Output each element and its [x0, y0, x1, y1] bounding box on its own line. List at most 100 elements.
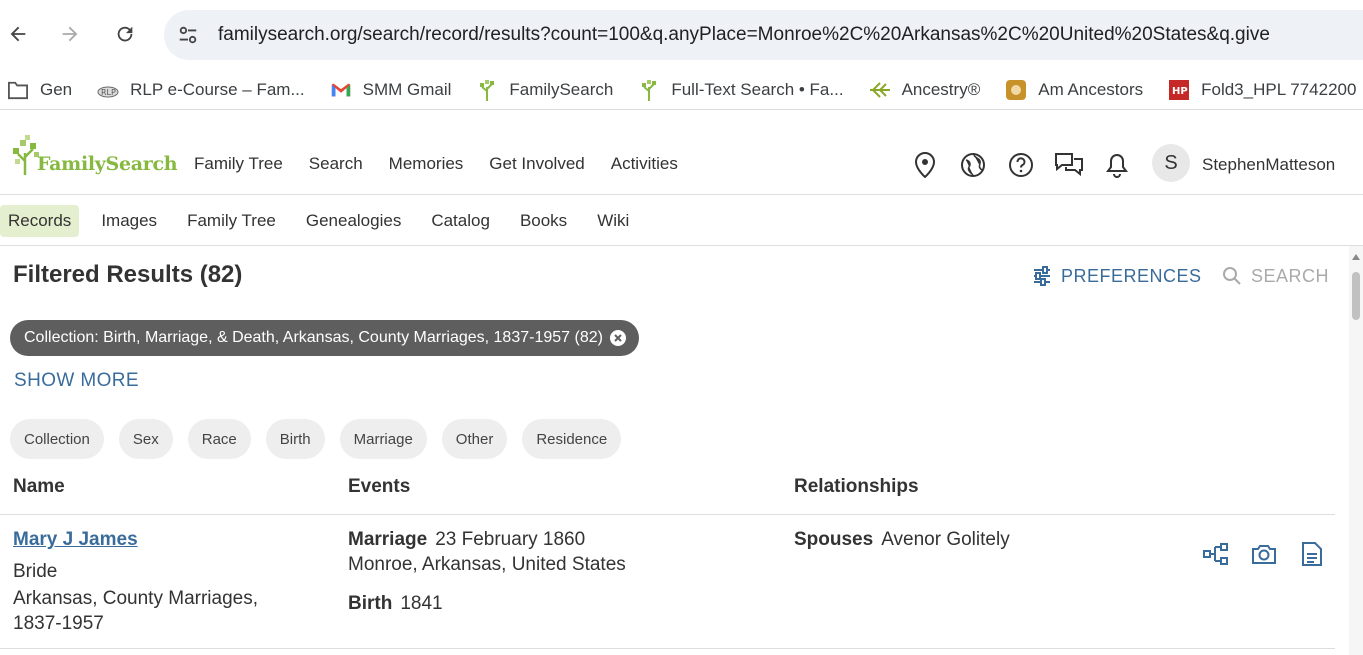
back-button[interactable] [1, 17, 35, 51]
camera-icon[interactable] [1251, 541, 1277, 567]
globe-icon[interactable] [958, 150, 988, 180]
bookmark-gmail[interactable]: SMM Gmail [329, 78, 452, 102]
nav-get-involved[interactable]: Get Involved [489, 154, 584, 174]
bookmark-label: Ancestry® [901, 79, 981, 99]
results-title: Filtered Results (82) [13, 261, 243, 288]
sliders-icon [1034, 266, 1050, 286]
gmail-icon [329, 78, 353, 102]
svg-text:HP: HP [1172, 86, 1188, 97]
location-pin-icon[interactable] [910, 150, 940, 180]
avatar[interactable]: S [1152, 144, 1190, 182]
column-header-events: Events [348, 476, 411, 497]
arrow-right-icon [62, 26, 78, 42]
facet-other[interactable]: Other [441, 419, 508, 459]
person-role: Bride [13, 561, 58, 582]
nav-activities[interactable]: Activities [611, 154, 678, 174]
event-marriage: Marriage 23 February 1860 [348, 529, 585, 551]
nav-memories[interactable]: Memories [389, 154, 464, 174]
header-icons [910, 150, 1150, 180]
main-nav: Family Tree Search Memories Get Involved… [194, 154, 704, 174]
facet-sex[interactable]: Sex [118, 419, 173, 459]
relationship-label: Spouses [794, 529, 874, 550]
bookmark-ancestry[interactable]: Ancestry® [868, 78, 981, 102]
arrow-left-icon [10, 26, 26, 42]
url-text: familysearch.org/search/record/results?c… [218, 24, 1270, 45]
address-bar[interactable]: familysearch.org/search/record/results?c… [164, 10, 1363, 60]
bookmarks-bar: Gen RLP RLP e-Course – Fam... SMM Gmail … [0, 70, 1363, 110]
event-label: Marriage [348, 529, 428, 550]
tab-wiki[interactable]: Wiki [589, 205, 637, 237]
search-subnav: Records Images Family Tree Genealogies C… [0, 196, 1363, 246]
bookmark-label: Am Ancestors [1038, 79, 1144, 99]
column-header-relationships: Relationships [794, 476, 919, 497]
row-actions [1203, 541, 1347, 567]
logo-text: FamilySearch [37, 153, 178, 175]
bookmark-fold3[interactable]: HP Fold3_HPL 7742200 [1167, 78, 1356, 102]
scrollbar-thumb[interactable] [1352, 272, 1360, 320]
bookmark-label: SMM Gmail [362, 79, 452, 99]
show-more-link[interactable]: SHOW MORE [14, 370, 139, 392]
am-ancestors-icon [1004, 78, 1028, 102]
facet-birth[interactable]: Birth [265, 419, 325, 459]
remove-filter-icon[interactable] [609, 329, 627, 347]
fold3-icon: HP [1167, 78, 1191, 102]
family-tree-icon[interactable] [1203, 541, 1229, 567]
tab-records[interactable]: Records [0, 204, 80, 237]
facet-race[interactable]: Race [187, 419, 251, 459]
nav-search[interactable]: Search [309, 154, 363, 174]
notifications-bell-icon[interactable] [1102, 150, 1132, 180]
preferences-button[interactable]: PREFERENCES [1031, 265, 1202, 287]
event-date: 23 February 1860 [435, 529, 586, 550]
record-collection: Arkansas, County Marriages, 1837-1957 [13, 588, 258, 634]
site-settings-icon[interactable] [174, 21, 202, 49]
bookmark-label: Gen [40, 79, 73, 99]
event-date: 1841 [400, 593, 443, 614]
site-header: FamilySearch Family Tree Search Memories… [0, 122, 1363, 195]
familysearch-logo[interactable]: FamilySearch [11, 135, 178, 175]
relationships-cell: Spouses Avenor Golitely [794, 529, 1010, 551]
page-scrollbar[interactable] [1349, 246, 1363, 655]
bookmark-label: RLP e-Course – Fam... [130, 79, 305, 99]
facet-marriage[interactable]: Marriage [339, 419, 427, 459]
tab-books[interactable]: Books [512, 205, 575, 237]
bookmark-rlp[interactable]: RLP RLP e-Course – Fam... [96, 78, 305, 102]
tab-images[interactable]: Images [93, 205, 165, 237]
scroll-up-arrow-icon[interactable] [1352, 254, 1360, 260]
preferences-label: PREFERENCES [1061, 265, 1202, 286]
help-icon[interactable] [1006, 150, 1036, 180]
bookmark-label: Fold3_HPL 7742200 [1201, 79, 1357, 99]
facet-collection[interactable]: Collection [10, 419, 104, 459]
tab-family-tree[interactable]: Family Tree [179, 205, 284, 237]
nav-family-tree[interactable]: Family Tree [194, 154, 283, 174]
active-filter-label: Collection: Birth, Marriage, & Death, Ar… [24, 329, 603, 346]
document-icon[interactable] [1299, 541, 1325, 567]
folder-icon [6, 78, 30, 102]
active-filter-chip[interactable]: Collection: Birth, Marriage, & Death, Ar… [10, 320, 639, 356]
familysearch-tree-icon [475, 78, 499, 102]
forward-button[interactable] [53, 17, 87, 51]
event-birth: Birth 1841 [348, 593, 443, 615]
search-button[interactable]: SEARCH [1221, 265, 1329, 287]
tab-genealogies[interactable]: Genealogies [298, 205, 409, 237]
tab-catalog[interactable]: Catalog [423, 205, 498, 237]
facet-residence[interactable]: Residence [522, 419, 622, 459]
event-place: Monroe, Arkansas, United States [348, 554, 626, 575]
bookmark-familysearch[interactable]: FamilySearch [475, 78, 613, 102]
familysearch-tree-icon [637, 78, 661, 102]
reload-button[interactable] [108, 17, 142, 51]
search-icon [1223, 267, 1241, 285]
messages-icon[interactable] [1054, 150, 1084, 180]
ancestry-leaf-icon [868, 78, 892, 102]
bookmark-am-ancestors[interactable]: Am Ancestors [1004, 78, 1143, 102]
rlp-icon: RLP [96, 78, 120, 102]
search-label: SEARCH [1251, 265, 1330, 286]
person-name-link[interactable]: Mary J James [13, 529, 138, 551]
bookmark-fulltext[interactable]: Full-Text Search • Fa... [637, 78, 844, 102]
column-header-name: Name [13, 476, 65, 497]
table-row: Mary J James Bride Arkansas, County Marr… [0, 515, 1335, 649]
event-label: Birth [348, 593, 393, 614]
username[interactable]: StephenMatteson [1202, 155, 1335, 175]
browser-toolbar: familysearch.org/search/record/results?c… [0, 0, 1363, 70]
relationship-value: Avenor Golitely [881, 529, 1010, 550]
bookmark-gen[interactable]: Gen [6, 78, 72, 102]
